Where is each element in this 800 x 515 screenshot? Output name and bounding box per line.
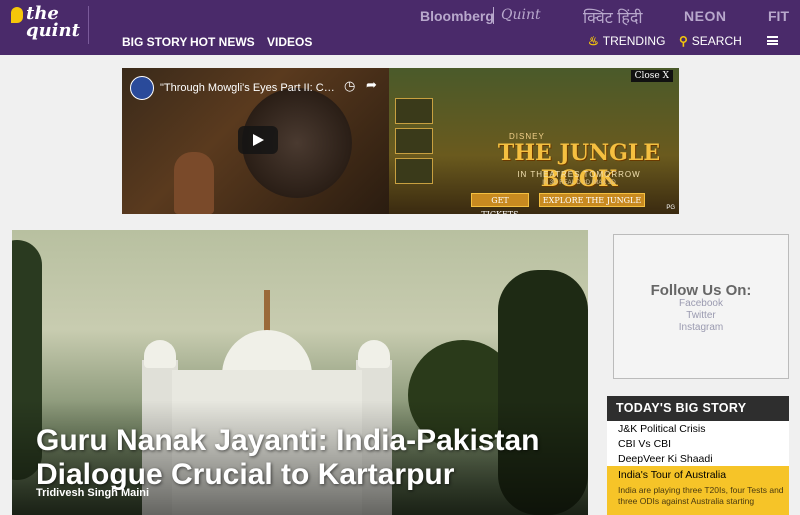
nav-trending-label: TRENDING <box>602 34 666 48</box>
hero-headline[interactable]: Guru Nanak Jayanti: India-Pakistan Dialo… <box>36 424 576 492</box>
ad-formats: IN 3D REAL D 3D IMAX 3D <box>542 180 616 186</box>
follow-us-title: Follow Us On: <box>650 282 752 299</box>
todays-big-story-widget: TODAY'S BIG STORY J&K Political Crisis C… <box>607 396 789 515</box>
nav-trending[interactable]: ♨ TRENDING <box>588 34 665 48</box>
hero-author[interactable]: Tridivesh Singh Maini <box>36 487 149 499</box>
logo-text: the quint <box>26 3 80 41</box>
jungle-book-ad[interactable]: "Through Mowgli's Eyes Part II: Co... ◷ … <box>122 68 679 214</box>
nav-videos[interactable]: VIDEOS <box>267 35 312 49</box>
explore-jungle-button[interactable]: EXPLORE THE JUNGLE <box>539 193 645 207</box>
ad-subheadline: IN THEATRES TOMORROW <box>517 170 641 179</box>
play-button-icon[interactable] <box>238 126 278 154</box>
rating-badge: PG <box>666 205 675 211</box>
brand-link-fit[interactable]: FIT <box>768 8 789 24</box>
big-story-item[interactable]: J&K Political Crisis <box>618 423 706 435</box>
nav-search[interactable]: ⚲ SEARCH <box>679 34 742 48</box>
gurdwara-dome-small <box>144 340 176 368</box>
get-tickets-button[interactable]: GET TICKETS <box>471 193 529 214</box>
share-icon[interactable]: ➦ <box>366 77 377 93</box>
ad-thumbnail-strip <box>395 98 435 188</box>
brand-link-bloomberg[interactable]: Bloomberg <box>420 8 494 24</box>
follow-twitter-link[interactable]: Twitter <box>614 310 788 321</box>
watch-later-icon[interactable]: ◷ <box>344 78 355 94</box>
gurdwara-spire <box>264 290 270 334</box>
channel-avatar[interactable] <box>130 76 154 100</box>
the-quint-logo[interactable]: the quint <box>8 5 80 47</box>
brand-link-quint-hindi[interactable]: क्विंट हिंदी <box>583 6 643 28</box>
brand-link-neon[interactable]: NEON <box>684 8 726 24</box>
ad-banner[interactable]: Close X DISNEY THE JUNGLE BOOK IN THEATR… <box>389 68 679 214</box>
follow-facebook-link[interactable]: Facebook <box>614 298 788 309</box>
gurdwara-dome-small <box>358 340 390 368</box>
ad-thumbnail[interactable] <box>395 158 433 184</box>
logo-divider <box>88 6 89 44</box>
ad-thumbnail[interactable] <box>395 128 433 154</box>
big-story-feature-description: India are playing three T20Is, four Test… <box>618 485 784 506</box>
nav-big-story[interactable]: BIG STORY <box>122 35 187 49</box>
big-story-feature-title[interactable]: India's Tour of Australia <box>618 469 726 481</box>
search-icon: ⚲ <box>679 34 688 48</box>
ad-video-player[interactable]: "Through Mowgli's Eyes Part II: Co... ◷ … <box>122 68 389 214</box>
video-thumbnail-boy <box>174 152 214 214</box>
big-story-header: TODAY'S BIG STORY <box>607 396 789 421</box>
hamburger-menu-icon[interactable] <box>767 36 778 45</box>
site-header: the quint Bloomberg Quint क्विंट हिंदी N… <box>0 0 800 55</box>
big-story-item[interactable]: DeepVeer Ki Shaadi <box>618 453 713 465</box>
nav-search-label: SEARCH <box>691 34 742 48</box>
flame-icon: ♨ <box>588 34 599 48</box>
brand-link-bloomberg-quint[interactable]: Quint <box>501 7 541 23</box>
ad-close-button[interactable]: Close X <box>630 70 673 82</box>
big-story-item[interactable]: CBI Vs CBI <box>618 438 671 450</box>
hero-story-card[interactable]: Guru Nanak Jayanti: India-Pakistan Dialo… <box>12 230 588 515</box>
nav-hot-news[interactable]: HOT NEWS <box>190 35 255 49</box>
follow-instagram-link[interactable]: Instagram <box>614 322 788 333</box>
follow-us-box: Follow Us On: Facebook Twitter Instagram <box>613 234 789 379</box>
speech-bubble-icon <box>11 7 23 23</box>
big-story-feature[interactable]: India's Tour of Australia India are play… <box>607 466 789 515</box>
ad-thumbnail[interactable] <box>395 98 433 124</box>
brand-separator <box>493 7 494 24</box>
ad-video-title[interactable]: "Through Mowgli's Eyes Part II: Co... <box>160 82 338 94</box>
